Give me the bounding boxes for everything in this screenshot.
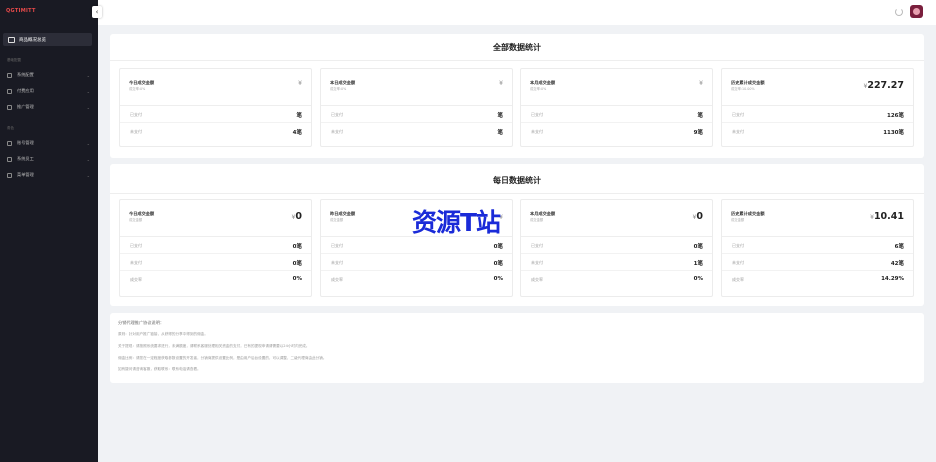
chevron-down-icon: ⌄ — [86, 72, 90, 78]
stat-row: 未支付 1130笔 — [732, 129, 904, 136]
link-icon — [7, 156, 12, 162]
stat-row: 已支付 126笔 — [722, 106, 913, 123]
stat-row: 已支付 0笔 — [521, 237, 712, 254]
chevron-down-icon: ⌄ — [86, 104, 90, 110]
card-amount: ¥0 — [291, 211, 302, 222]
watermark-text: 资源T站 — [412, 208, 501, 237]
gear-icon — [7, 72, 12, 78]
stat-card: 本月成交金额 成交率:0% ¥ 已支付笔 未支付 9笔 — [520, 68, 713, 147]
sidebar-item-label: 付费应用 — [17, 88, 34, 93]
stat-card: 今日成交金额 成交率:0% ¥ 已支付笔 未支付 4笔 — [119, 68, 312, 147]
card-amount: ¥ — [699, 80, 703, 87]
sidebar-item-label: 账号管理 — [17, 140, 34, 145]
stat-row: 未支付 0笔 — [321, 254, 512, 271]
sidebar-group-label: 基础配置 — [7, 58, 21, 62]
avatar[interactable] — [910, 5, 923, 18]
total-stats-panel: 全部数据统计 今日成交金额 成交率:0% ¥ 已支付笔 未支付 4笔 本日成交金额… — [110, 34, 924, 158]
sidebar-item-paid-apps[interactable]: 付费应用 ⌄ — [7, 86, 90, 96]
notes-line: 关于提现：请按照系统要求进行，未满额度，请联系客服处理相关资金的支付，已有的提现… — [118, 343, 310, 348]
sidebar-item-accounts[interactable]: 账号管理 ⌄ — [7, 138, 90, 148]
chevron-down-icon: ⌄ — [86, 156, 90, 162]
daily-stats-panel: 每日数据统计 今日成交金额 成交金额 ¥0 已支付 0笔 未支付 0笔 成交率 0% … — [110, 164, 924, 306]
card-subtitle: 成交金额 — [530, 218, 544, 222]
stat-row: 未支付 4笔 — [130, 129, 302, 136]
stat-row: 未支付 42笔 — [722, 254, 913, 271]
notes-line: 原则：针对用户推广链接，从获得的分享中得到的佣金。 — [118, 332, 208, 336]
card-amount: ¥ — [298, 80, 302, 87]
sidebar-group-label: 角色 — [7, 126, 14, 130]
stat-row: 成交率 0% — [130, 276, 302, 282]
stat-row: 未支付笔 — [331, 129, 503, 136]
card-subtitle: 成交率:0% — [330, 87, 347, 91]
link-icon — [7, 140, 12, 146]
notes-line: 如有疑问请咨询客服，获取联系：联系电话请查看。 — [118, 367, 201, 372]
refresh-icon[interactable] — [895, 8, 903, 16]
chevron-down-icon: ⌄ — [86, 88, 90, 94]
monitor-icon — [8, 36, 15, 43]
card-subtitle: 成交率:10.00% — [731, 87, 755, 91]
card-subtitle: 成交率:0% — [530, 87, 547, 91]
panel-title: 全部数据统计 — [110, 42, 924, 61]
stat-row: 已支付笔 — [120, 106, 311, 123]
share-icon — [7, 104, 12, 110]
app-icon — [7, 88, 12, 94]
sidebar-item-system-config[interactable]: 系统配置 ⌄ — [7, 70, 90, 80]
notes-panel: 分销代理推广协议说明： 原则：针对用户推广链接，从获得的分享中得到的佣金。 关于… — [110, 313, 924, 383]
sidebar-item-overview[interactable]: 商品概况总览 — [3, 33, 92, 46]
card-amount: ¥227.27 — [863, 80, 905, 91]
panel-title: 每日数据统计 — [110, 175, 924, 194]
stat-row: 已支付 0笔 — [120, 237, 311, 254]
stat-card: 本日成交金额 成交率:0% ¥ 已支付笔 未支付笔 — [320, 68, 513, 147]
card-subtitle: 成交金额 — [330, 218, 344, 222]
stat-row: 成交率 0% — [331, 276, 503, 282]
stat-card: 历史累计成交金额 成交金额 ¥10.41 已支付 6笔 未支付 42笔 成交率 14.… — [721, 199, 914, 297]
sidebar-item-label: 系统配置 — [17, 72, 34, 77]
app-logo[interactable]: QGTIMITT — [6, 8, 36, 14]
sidebar: QGTIMITT 商品概况总览 基础配置 系统配置 ⌄ 付费应用 ⌄ 推广管理 … — [0, 0, 98, 462]
stat-row: 已支付笔 — [321, 106, 512, 123]
sidebar-item-staff[interactable]: 系统员工 ⌄ — [7, 154, 90, 164]
sidebar-item-promotion[interactable]: 推广管理 ⌄ — [7, 102, 90, 112]
chevron-down-icon: ⌄ — [86, 172, 90, 178]
stat-row: 成交率 14.29% — [732, 276, 904, 282]
sidebar-item-label: 菜单管理 — [17, 172, 34, 177]
card-subtitle: 成交金额 — [731, 218, 745, 222]
stat-card: 今日成交金额 成交金额 ¥0 已支付 0笔 未支付 0笔 成交率 0% — [119, 199, 312, 297]
sidebar-collapse-button[interactable]: ‹ — [92, 6, 102, 18]
link-icon — [7, 172, 12, 178]
sidebar-item-menus[interactable]: 菜单管理 ⌄ — [7, 170, 90, 180]
topbar — [98, 0, 936, 25]
stat-row: 未支付 1笔 — [521, 254, 712, 271]
stat-row: 已支付笔 — [521, 106, 712, 123]
chevron-down-icon: ⌄ — [86, 140, 90, 146]
sidebar-item-label: 系统员工 — [17, 156, 34, 161]
stat-card: 历史累计成交金额 成交率:10.00% ¥227.27 已支付 126笔 未支付 1… — [721, 68, 914, 147]
stat-row: 已支付 0笔 — [321, 237, 512, 254]
stat-row: 未支付 9笔 — [531, 129, 703, 136]
stat-row: 未支付 0笔 — [120, 254, 311, 271]
stat-row: 已支付 6笔 — [722, 237, 913, 254]
card-amount: ¥ — [499, 80, 503, 87]
stat-row: 成交率 0% — [531, 276, 703, 282]
sidebar-item-label: 商品概况总览 — [19, 37, 46, 43]
notes-line: 佣金比例：请您在一定程度获取参数设置的开发者，分销商提供设置比例，是由用户后台设… — [118, 355, 327, 360]
sidebar-item-label: 推广管理 — [17, 104, 34, 109]
card-subtitle: 成交金额 — [129, 218, 143, 222]
notes-title: 分销代理推广协议说明： — [118, 320, 165, 325]
card-amount: ¥0 — [692, 211, 703, 222]
stat-card: 本月成交金额 成交金额 ¥0 已支付 0笔 未支付 1笔 成交率 0% — [520, 199, 713, 297]
card-subtitle: 成交率:0% — [129, 87, 146, 91]
card-amount: ¥10.41 — [870, 211, 904, 222]
